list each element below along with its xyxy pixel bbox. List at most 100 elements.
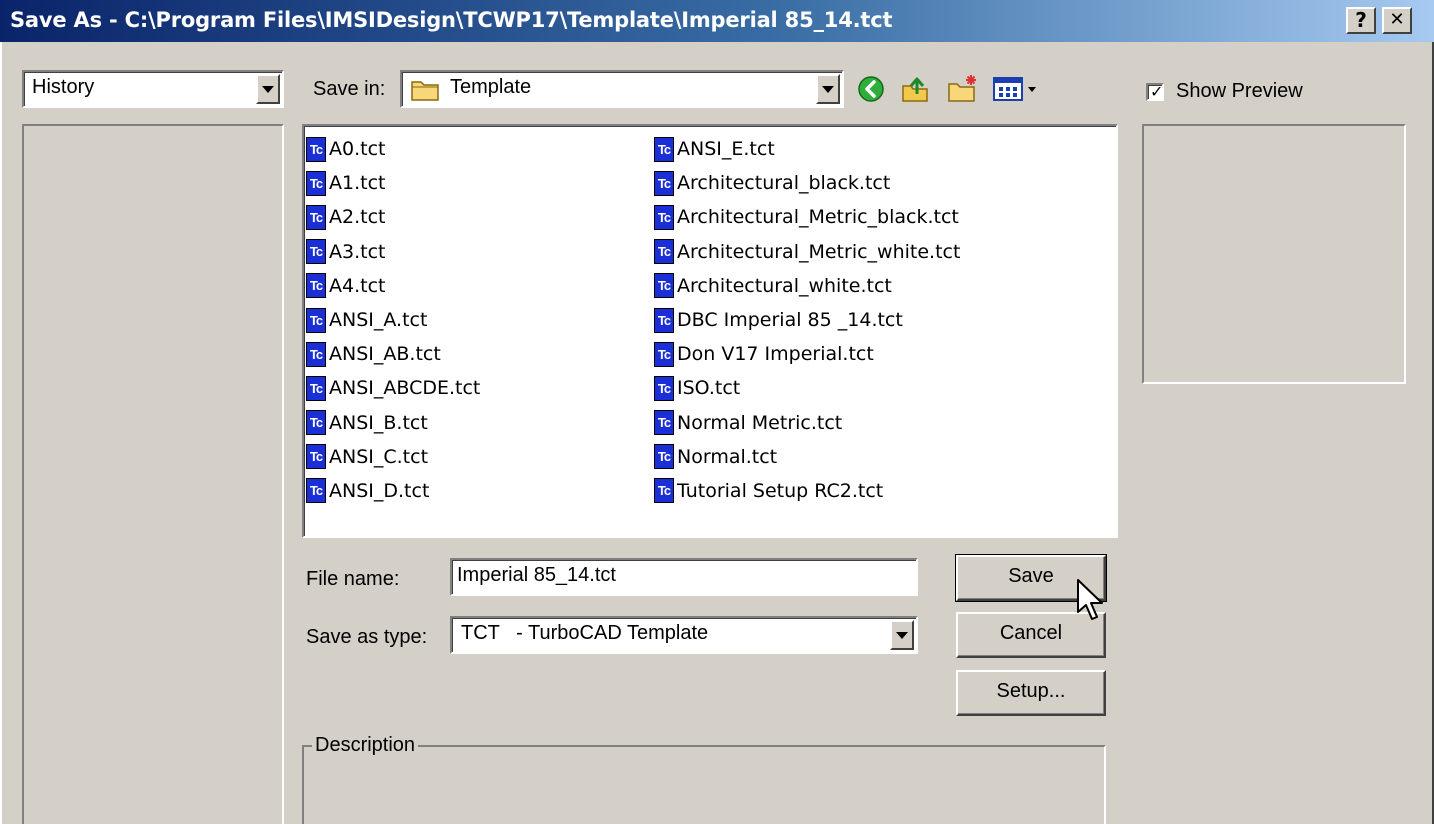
history-combo-value: History [32,76,95,98]
file-item[interactable]: Tc A2.tct [306,200,480,234]
file-name-label: File name: [306,568,400,590]
file-name-text: A2.tct [329,206,386,229]
file-item[interactable]: Tc ANSI_D.tct [306,474,480,508]
back-icon[interactable] [856,74,886,109]
preview-pane [1142,124,1406,384]
help-button[interactable]: ? [1346,7,1376,34]
file-item[interactable]: Tc Normal.tct [654,440,960,474]
show-preview-label: Show Preview [1176,80,1303,102]
file-item[interactable]: Tc Don V17 Imperial.tct [654,337,960,371]
turbocad-template-icon: Tc [654,136,674,162]
save-in-dropdown-button[interactable] [816,74,840,104]
file-name-text: Normal Metric.tct [677,411,843,434]
history-dropdown-button[interactable] [256,74,280,104]
up-folder-icon[interactable] [900,72,932,109]
file-name-text: A0.tct [329,138,386,161]
file-name-text: Architectural_Metric_white.tct [677,240,961,263]
file-name-text: Architectural_black.tct [677,172,891,195]
show-preview-checkbox[interactable]: ✓ [1146,82,1164,101]
turbocad-template-icon: Tc [306,136,326,162]
title-bar[interactable]: Save As - C:\Program Files\IMSIDesign\TC… [0,0,1434,42]
file-item[interactable]: Tc ANSI_E.tct [654,132,960,166]
file-name-text: DBC Imperial 85 _14.tct [677,309,903,332]
file-item[interactable]: Tc ANSI_C.tct [306,440,480,474]
file-column-1: Tc A0.tct Tc A1.tct Tc A2.tct Tc A3.tct Tc A4.tct… [306,132,480,508]
file-name-text: Tutorial Setup RC2.tct [677,479,884,502]
file-item[interactable]: Tc Architectural_white.tct [654,269,960,303]
turbocad-template-icon: Tc [306,341,326,367]
turbocad-template-icon: Tc [306,307,326,333]
file-name-text: Architectural_Metric_black.tct [677,206,959,229]
folder-icon [410,78,442,107]
setup-button-label: Setup... [996,680,1066,702]
file-item[interactable]: Tc ANSI_B.tct [306,406,480,440]
file-item[interactable]: Tc ANSI_AB.tct [306,337,480,371]
file-item[interactable]: Tc A4.tct [306,269,480,303]
turbocad-template-icon: Tc [654,410,674,436]
turbocad-template-icon: Tc [654,375,674,401]
checkmark-icon: ✓ [1150,82,1164,101]
file-name-text: A1.tct [329,172,386,195]
turbocad-template-icon: Tc [654,170,674,196]
file-name-text: ANSI_B.tct [329,411,428,434]
close-button[interactable]: ✕ [1382,7,1412,34]
turbocad-template-icon: Tc [306,375,326,401]
file-name-text: ANSI_E.tct [677,138,775,161]
turbocad-template-icon: Tc [306,444,326,470]
view-menu-icon[interactable] [992,76,1042,107]
file-item[interactable]: Tc Architectural_Metric_black.tct [654,200,960,234]
file-list[interactable]: Tc A0.tct Tc A1.tct Tc A2.tct Tc A3.tct Tc A4.tct… [302,124,1118,538]
turbocad-template-icon: Tc [306,170,326,196]
turbocad-template-icon: Tc [654,444,674,470]
file-name-text: ISO.tct [677,377,741,400]
save-type-label: Save as type: [306,626,428,648]
file-item[interactable]: Tc A1.tct [306,166,480,200]
description-group [302,745,1106,824]
file-item[interactable]: Tc ANSI_ABCDE.tct [306,371,480,405]
save-in-combo[interactable]: Template [400,70,844,108]
file-name-input[interactable]: Imperial 85_14.tct [450,558,918,596]
history-list[interactable] [22,124,284,824]
file-column-2: Tc ANSI_E.tct Tc Architectural_black.tct Tc A… [654,132,960,508]
file-item[interactable]: Tc DBC Imperial 85 _14.tct [654,303,960,337]
window-frame-right [1424,0,1434,824]
file-name-text: ANSI_D.tct [329,479,430,502]
history-combo[interactable]: History [22,70,284,108]
window-frame-left [0,0,10,824]
turbocad-template-icon: Tc [306,478,326,504]
file-name-text: ANSI_AB.tct [329,343,441,366]
turbocad-template-icon: Tc [654,341,674,367]
turbocad-template-icon: Tc [654,307,674,333]
turbocad-template-icon: Tc [306,239,326,265]
setup-button[interactable]: Setup... [956,670,1106,716]
save-type-dropdown-button[interactable] [890,620,914,650]
file-name-text: Architectural_white.tct [677,274,892,297]
turbocad-template-icon: Tc [654,273,674,299]
file-item[interactable]: Tc A0.tct [306,132,480,166]
file-item[interactable]: Tc ANSI_A.tct [306,303,480,337]
save-as-dialog: Save As - C:\Program Files\IMSIDesign\TC… [0,0,1434,824]
file-name-text: A4.tct [329,274,386,297]
file-name-text: ANSI_C.tct [329,445,429,468]
save-in-value: Template [450,76,532,98]
file-item[interactable]: Tc ISO.tct [654,371,960,405]
turbocad-template-icon: Tc [654,478,674,504]
file-name-text: ANSI_A.tct [329,309,428,332]
file-item[interactable]: Tc Architectural_black.tct [654,166,960,200]
cursor-pointer-icon [1076,578,1106,631]
turbocad-template-icon: Tc [306,273,326,299]
save-type-combo[interactable]: TCT - TurboCAD Template [450,616,918,654]
save-in-label: Save in: [313,78,386,100]
file-item[interactable]: Tc A3.tct [306,235,480,269]
turbocad-template-icon: Tc [306,204,326,230]
file-name-value: Imperial 85_14.tct [457,564,616,586]
file-item[interactable]: Tc Architectural_Metric_white.tct [654,235,960,269]
new-folder-icon[interactable] [946,72,980,109]
file-name-text: A3.tct [329,240,386,263]
description-label: Description [312,734,419,757]
file-item[interactable]: Tc Normal Metric.tct [654,406,960,440]
file-item[interactable]: Tc Tutorial Setup RC2.tct [654,474,960,508]
file-name-text: Don V17 Imperial.tct [677,343,874,366]
turbocad-template-icon: Tc [654,239,674,265]
save-type-value: TCT - TurboCAD Template [461,622,709,644]
